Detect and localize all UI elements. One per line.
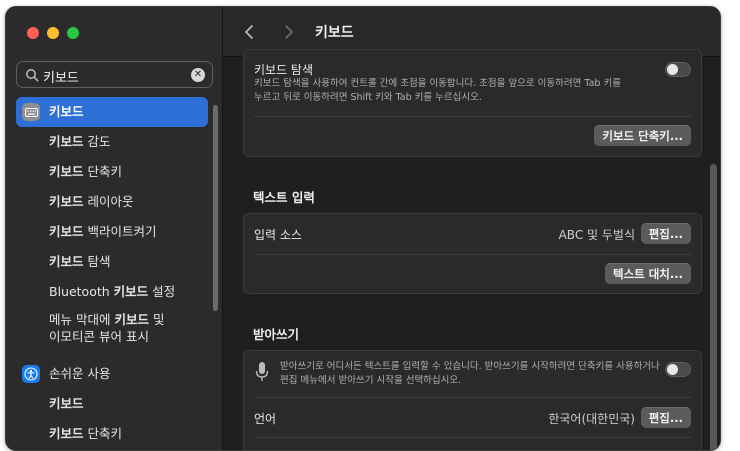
divider xyxy=(254,397,691,398)
sidebar-item-keyboard-layout[interactable]: 키보드 레이아웃 xyxy=(16,187,208,217)
text-input-card: 입력 소스 ABC 및 두벌식 편집... 텍스트 대치... xyxy=(243,213,702,294)
description-line: 키보드 탐색을 사용하여 컨트롤 간에 초점을 이동합니다. 초점을 앞으로 이… xyxy=(254,78,621,89)
description-line: 누르고 뒤로 이동하려면 Shift 키와 Tab 키를 누르십시오. xyxy=(254,92,482,103)
sidebar-item-label: 손쉬운 사용 xyxy=(49,366,111,381)
sidebar-item-label: 탐색 xyxy=(83,254,111,269)
text-input-section-title: 텍스트 입력 xyxy=(253,190,315,205)
settings-window: 키보드 ✕ 키보드 키보드 감도 키보드 단축키 키보드 레이아웃 키보드 백라… xyxy=(5,6,721,451)
divider xyxy=(254,116,691,117)
forward-chevron-icon[interactable] xyxy=(279,22,297,42)
sidebar: 키보드 ✕ 키보드 키보드 감도 키보드 단축키 키보드 레이아웃 키보드 백라… xyxy=(6,7,223,450)
match-text: 키보드 xyxy=(49,254,84,269)
main-pane: 키보드 키보드 탐색 키보드 탐색을 사용하여 컨트롤 간에 초점을 이동합니다… xyxy=(223,7,720,450)
match-text: 키보드 xyxy=(114,312,149,327)
sidebar-item-label: 단축키 xyxy=(83,164,122,179)
match-text: 키보드 xyxy=(49,396,84,411)
match-text: 키보드 xyxy=(113,284,149,299)
language-label: 언어 xyxy=(254,412,277,426)
sidebar-item-menu-bar-emoji[interactable]: 메뉴 막대에 키보드 및 이모티콘 뷰어 표시 xyxy=(16,307,208,347)
sidebar-item-label: 감도 xyxy=(83,134,111,149)
sidebar-list: 키보드 키보드 감도 키보드 단축키 키보드 레이아웃 키보드 백라이트켜기 키… xyxy=(16,97,208,449)
divider xyxy=(254,437,691,438)
dictation-section-title: 받아쓰기 xyxy=(253,327,300,342)
language-edit-button[interactable]: 편집... xyxy=(640,407,691,428)
input-sources-edit-button[interactable]: 편집... xyxy=(640,223,691,244)
content-scrollbar[interactable] xyxy=(710,164,717,450)
match-text: 키보드 xyxy=(49,194,84,209)
sidebar-item-keyboard-backlight[interactable]: 키보드 백라이트켜기 xyxy=(16,217,208,247)
match-text: 키보드 xyxy=(49,426,84,441)
text-replacements-button[interactable]: 텍스트 대치... xyxy=(604,263,691,284)
microphone-icon xyxy=(255,362,269,381)
sidebar-item-bluetooth-keyboard[interactable]: Bluetooth 키보드 설정 xyxy=(16,277,208,307)
clear-search-icon[interactable]: ✕ xyxy=(191,68,205,82)
keyboard-icon xyxy=(22,103,40,121)
dictation-card: 받아쓰기로 어디서든 텍스트를 입력할 수 있습니다. 받아쓰기를 시작하려면 … xyxy=(243,350,702,450)
sidebar-item-accessibility[interactable]: 손쉬운 사용 xyxy=(16,359,208,389)
sidebar-item-label: 및 xyxy=(148,312,165,327)
sidebar-item-keyboard[interactable]: 키보드 xyxy=(16,97,208,127)
sidebar-item-label: 이모티콘 뷰어 표시 xyxy=(49,329,149,344)
close-window-button[interactable] xyxy=(27,27,39,39)
divider xyxy=(254,254,691,255)
keyboard-navigation-toggle[interactable] xyxy=(665,62,691,77)
zoom-window-button[interactable] xyxy=(67,27,79,39)
search-icon xyxy=(26,69,39,82)
match-text: 키보드 xyxy=(49,224,84,239)
description-line: 편집 메뉴에서 받아쓰기 시작을 선택하십시오. xyxy=(280,375,462,386)
sidebar-item-label: 레이아웃 xyxy=(83,194,134,209)
dictation-description: 받아쓰기로 어디서든 텍스트를 입력할 수 있습니다. 받아쓰기를 시작하려면 … xyxy=(280,360,660,388)
sidebar-item-keyboard-shortcuts[interactable]: 키보드 단축키 xyxy=(16,157,208,187)
sidebar-item-label: 메뉴 막대에 xyxy=(49,312,115,327)
input-sources-label: 입력 소스 xyxy=(254,228,302,242)
input-sources-value: ABC 및 두벌식 xyxy=(558,228,635,242)
description-line: 받아쓰기로 어디서든 텍스트를 입력할 수 있습니다. 받아쓰기를 시작하려면 … xyxy=(280,361,660,372)
minimize-window-button[interactable] xyxy=(47,27,59,39)
sidebar-item-label: 설정 xyxy=(148,284,176,299)
sidebar-item-label: Bluetooth xyxy=(49,284,114,299)
sidebar-item-keyboard-navigation[interactable]: 키보드 탐색 xyxy=(16,247,208,277)
language-value: 한국어(대한민국) xyxy=(548,412,635,426)
back-chevron-icon[interactable] xyxy=(241,22,259,42)
match-text: 키보드 xyxy=(49,164,84,179)
sidebar-item-keyboard-sensitivity[interactable]: 키보드 감도 xyxy=(16,127,208,157)
search-input[interactable]: 키보드 xyxy=(43,67,79,86)
keyboard-navigation-label: 키보드 탐색 xyxy=(254,63,314,77)
keyboard-navigation-description: 키보드 탐색을 사용하여 컨트롤 간에 초점을 이동합니다. 초점을 앞으로 이… xyxy=(254,77,664,105)
sidebar-scrollbar[interactable] xyxy=(213,105,218,311)
sidebar-item-label: 단축키 xyxy=(83,426,122,441)
sidebar-item-accessibility-keyboard[interactable]: 키보드 xyxy=(16,389,208,419)
search-field[interactable]: 키보드 ✕ xyxy=(16,61,213,88)
sidebar-item-label: 키보드 xyxy=(49,104,84,119)
keyboard-navigation-card: 키보드 탐색 키보드 탐색을 사용하여 컨트롤 간에 초점을 이동합니다. 초점… xyxy=(243,49,702,157)
accessibility-icon xyxy=(22,365,40,383)
keyboard-shortcuts-button[interactable]: 키보드 단축키... xyxy=(594,125,691,146)
match-text: 키보드 xyxy=(49,134,84,149)
dictation-toggle[interactable] xyxy=(665,362,691,377)
page-title: 키보드 xyxy=(315,25,354,41)
window-controls xyxy=(27,27,79,39)
sidebar-item-label: 백라이트켜기 xyxy=(83,224,157,239)
